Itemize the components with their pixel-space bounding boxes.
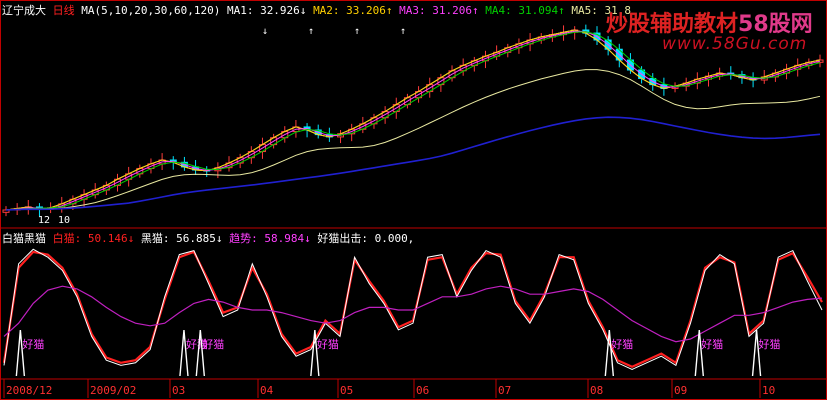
stock-chart-window: 好猫 好猫 好猫 好猫 好猫 好猫 好猫 2008/12 2009/02 03 04 05 06 07 0… bbox=[0, 0, 827, 400]
black-cat-value: 黑猫: 56.885↓ bbox=[140, 232, 223, 245]
indicator-pane: 好猫 好猫好猫 好猫 好猫 好猫 好猫 bbox=[2, 248, 823, 377]
ma-line-20 bbox=[5, 30, 821, 211]
trend-value: 趋势: 58.984↓ bbox=[229, 232, 311, 245]
period-label: 日线 bbox=[52, 4, 75, 17]
x-axis: 2008/12 2009/02 03 04 05 06 07 08 09 10 bbox=[3, 379, 775, 398]
ma-annotation: ↑ bbox=[354, 26, 360, 37]
ma-line-10 bbox=[5, 29, 821, 211]
indicator-name: 白猫黑猫 bbox=[2, 232, 46, 245]
signal-spike bbox=[751, 329, 762, 377]
signal-label: 好猫 bbox=[317, 337, 339, 351]
x-tick-label: 2009/02 bbox=[90, 384, 136, 397]
ma-line-60 bbox=[5, 69, 821, 211]
x-tick-label: 06 bbox=[416, 384, 429, 397]
ma-annotation: ↑ bbox=[400, 26, 406, 37]
signal-spike bbox=[694, 329, 704, 377]
x-tick-label: 10 bbox=[762, 384, 775, 397]
signal-label: 好猫 bbox=[611, 337, 633, 351]
price-label: 12 bbox=[38, 215, 50, 226]
signal-spike bbox=[179, 329, 189, 377]
ma-annotation: ↑ bbox=[308, 26, 314, 37]
ma1-value: MA1: 32.926↓ bbox=[226, 4, 307, 17]
price-labels: 12 10 ↓ ↑ ↑ ↑ bbox=[38, 26, 406, 226]
price-header: 辽宁成大 日线 MA(5,10,20,30,60,120) MA1: 32.92… bbox=[2, 2, 631, 18]
ma-line-5 bbox=[5, 29, 821, 211]
ma-definition: MA(5,10,20,30,60,120) bbox=[81, 4, 221, 17]
ma2-value: MA2: 33.206↑ bbox=[313, 4, 393, 17]
signal-label: 好猫 bbox=[22, 337, 44, 351]
stock-name: 辽宁成大 bbox=[2, 4, 46, 17]
white-cat-value: 白猫: 50.146↓ bbox=[52, 232, 135, 245]
x-tick-label: 09 bbox=[674, 384, 687, 397]
x-tick-label: 03 bbox=[172, 384, 185, 397]
x-tick-label: 07 bbox=[498, 384, 511, 397]
signal-label: 好猫 bbox=[759, 337, 781, 351]
watermark-url: www.58Gu.com bbox=[662, 34, 808, 54]
chart-canvas: 好猫 好猫好猫 好猫 好猫 好猫 好猫 2008/12 2009/02 03 04 05 06 07 0… bbox=[0, 0, 827, 400]
signal-value: 好猫出击: 0.000, bbox=[317, 232, 415, 245]
x-tick-label: 08 bbox=[590, 384, 603, 397]
signal-spike bbox=[15, 329, 26, 377]
ma4-value: MA4: 31.094↑ bbox=[485, 4, 565, 17]
price-label: 10 bbox=[58, 215, 70, 226]
ma-annotation: ↓ bbox=[262, 26, 268, 37]
x-tick-label: 04 bbox=[260, 384, 274, 397]
signal-spike bbox=[195, 329, 206, 377]
x-tick-label: 05 bbox=[340, 384, 353, 397]
signal-label: 好猫 bbox=[202, 337, 224, 351]
ma3-value: MA3: 31.206↑ bbox=[399, 4, 479, 17]
signal-label: 好猫 bbox=[701, 337, 723, 351]
indicator-header: 白猫黑猫 白猫: 50.146↓ 黑猫: 56.885↓ 趋势: 58.984↓… bbox=[2, 230, 414, 246]
ma-line-30 bbox=[5, 31, 821, 211]
x-tick-label: 2008/12 bbox=[6, 384, 52, 397]
